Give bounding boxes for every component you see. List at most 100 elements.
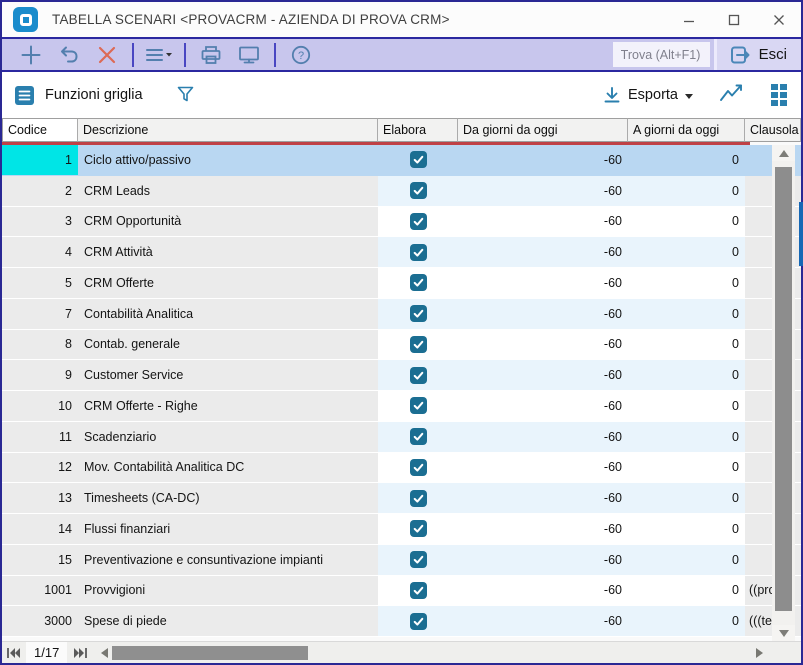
cell-descrizione[interactable]: CRM Offerte bbox=[78, 268, 378, 299]
vertical-scrollbar[interactable] bbox=[772, 145, 795, 641]
elabora-checkbox[interactable] bbox=[410, 490, 427, 507]
cell-da-giorni[interactable]: -60 bbox=[458, 545, 628, 576]
cell-elabora[interactable] bbox=[378, 176, 458, 207]
menu-button[interactable] bbox=[140, 39, 178, 70]
cell-codice[interactable]: 1001 bbox=[2, 576, 78, 607]
column-header-codice[interactable]: Codice bbox=[2, 118, 78, 142]
cell-a-giorni[interactable]: 0 bbox=[628, 606, 745, 637]
chart-button[interactable] bbox=[719, 83, 745, 108]
scroll-down-button[interactable] bbox=[772, 625, 795, 641]
cell-da-giorni[interactable]: -60 bbox=[458, 391, 628, 422]
cell-descrizione[interactable]: CRM Leads bbox=[78, 176, 378, 207]
elabora-checkbox[interactable] bbox=[410, 428, 427, 445]
cell-descrizione[interactable]: Contab. generale bbox=[78, 330, 378, 361]
cell-a-giorni[interactable]: 0 bbox=[628, 576, 745, 607]
cell-a-giorni[interactable]: 0 bbox=[628, 514, 745, 545]
exit-button[interactable]: Esci bbox=[714, 39, 801, 70]
cell-da-giorni[interactable]: -60 bbox=[458, 483, 628, 514]
elabora-checkbox[interactable] bbox=[410, 397, 427, 414]
cell-elabora[interactable] bbox=[378, 453, 458, 484]
cell-elabora[interactable] bbox=[378, 299, 458, 330]
elabora-checkbox[interactable] bbox=[410, 182, 427, 199]
elabora-checkbox[interactable] bbox=[410, 582, 427, 599]
elabora-checkbox[interactable] bbox=[410, 213, 427, 230]
cell-elabora[interactable] bbox=[378, 330, 458, 361]
cell-a-giorni[interactable]: 0 bbox=[628, 207, 745, 238]
elabora-checkbox[interactable] bbox=[410, 367, 427, 384]
cell-elabora[interactable] bbox=[378, 268, 458, 299]
cell-elabora[interactable] bbox=[378, 237, 458, 268]
elabora-checkbox[interactable] bbox=[410, 551, 427, 568]
cell-elabora[interactable] bbox=[378, 207, 458, 238]
elabora-checkbox[interactable] bbox=[410, 336, 427, 353]
close-button[interactable] bbox=[756, 2, 801, 37]
cell-da-giorni[interactable]: -60 bbox=[458, 330, 628, 361]
cell-codice[interactable]: 5 bbox=[2, 268, 78, 299]
cell-elabora[interactable] bbox=[378, 483, 458, 514]
cell-a-giorni[interactable]: 0 bbox=[628, 145, 745, 176]
cell-da-giorni[interactable]: -60 bbox=[458, 514, 628, 545]
grid-functions-icon[interactable] bbox=[14, 85, 35, 106]
delete-button[interactable] bbox=[88, 39, 126, 70]
cell-a-giorni[interactable]: 0 bbox=[628, 299, 745, 330]
table-row[interactable]: 5CRM Offerte -600 bbox=[2, 268, 801, 299]
cell-a-giorni[interactable]: 0 bbox=[628, 483, 745, 514]
cell-a-giorni[interactable]: 0 bbox=[628, 268, 745, 299]
cell-codice[interactable]: 10 bbox=[2, 391, 78, 422]
table-row[interactable]: 11Scadenziario-600 bbox=[2, 422, 801, 453]
table-row[interactable]: 1001Provvigioni-600((pro bbox=[2, 576, 801, 607]
cell-da-giorni[interactable]: -60 bbox=[458, 576, 628, 607]
cell-da-giorni[interactable]: -60 bbox=[458, 606, 628, 637]
table-row[interactable]: 12Mov. Contabilità Analitica DC-600 bbox=[2, 453, 801, 484]
maximize-button[interactable] bbox=[711, 2, 756, 37]
cell-da-giorni[interactable]: -60 bbox=[458, 268, 628, 299]
cell-a-giorni[interactable]: 0 bbox=[628, 237, 745, 268]
cell-codice[interactable]: 1 bbox=[2, 145, 78, 176]
table-row[interactable]: 4CRM Attività-600 bbox=[2, 237, 801, 268]
cell-elabora[interactable] bbox=[378, 576, 458, 607]
elabora-checkbox[interactable] bbox=[410, 520, 427, 537]
cell-da-giorni[interactable]: -60 bbox=[458, 207, 628, 238]
minimize-button[interactable] bbox=[666, 2, 711, 37]
table-row[interactable]: 3000Spese di piede-600(((te bbox=[2, 606, 801, 637]
cell-descrizione[interactable]: CRM Opportunità bbox=[78, 207, 378, 238]
cell-descrizione[interactable]: Scadenziario bbox=[78, 422, 378, 453]
cell-elabora[interactable] bbox=[378, 360, 458, 391]
filter-button[interactable] bbox=[175, 84, 197, 106]
cell-a-giorni[interactable]: 0 bbox=[628, 453, 745, 484]
column-header-da-giorni[interactable]: Da giorni da oggi bbox=[458, 118, 628, 142]
cell-codice[interactable]: 3000 bbox=[2, 606, 78, 637]
elabora-checkbox[interactable] bbox=[410, 459, 427, 476]
cell-codice[interactable]: 2 bbox=[2, 176, 78, 207]
grid-view-icon[interactable] bbox=[771, 84, 787, 106]
cell-a-giorni[interactable]: 0 bbox=[628, 545, 745, 576]
elabora-checkbox[interactable] bbox=[410, 274, 427, 291]
cell-codice[interactable]: 15 bbox=[2, 545, 78, 576]
cell-codice[interactable]: 9 bbox=[2, 360, 78, 391]
cell-descrizione[interactable]: Preventivazione e consuntivazione impian… bbox=[78, 545, 378, 576]
table-row[interactable]: 9Customer Service-600 bbox=[2, 360, 801, 391]
cell-da-giorni[interactable]: -60 bbox=[458, 145, 628, 176]
cell-descrizione[interactable]: CRM Offerte - Righe bbox=[78, 391, 378, 422]
elabora-checkbox[interactable] bbox=[410, 151, 427, 168]
elabora-checkbox[interactable] bbox=[410, 613, 427, 630]
cell-descrizione[interactable]: Ciclo attivo/passivo bbox=[78, 145, 378, 176]
cell-elabora[interactable] bbox=[378, 391, 458, 422]
table-row[interactable]: 15Preventivazione e consuntivazione impi… bbox=[2, 545, 801, 576]
table-row[interactable]: 1Ciclo attivo/passivo -600 bbox=[2, 145, 801, 176]
cell-codice[interactable]: 3 bbox=[2, 207, 78, 238]
column-header-descrizione[interactable]: Descrizione bbox=[78, 118, 378, 142]
scroll-up-button[interactable] bbox=[772, 145, 795, 161]
cell-descrizione[interactable]: CRM Attività bbox=[78, 237, 378, 268]
scroll-right-button[interactable] bbox=[756, 648, 763, 658]
cell-da-giorni[interactable]: -60 bbox=[458, 453, 628, 484]
cell-descrizione[interactable]: Timesheets (CA-DC) bbox=[78, 483, 378, 514]
table-row[interactable]: 2CRM Leads-600 bbox=[2, 176, 801, 207]
monitor-button[interactable] bbox=[230, 39, 268, 70]
cell-da-giorni[interactable]: -60 bbox=[458, 176, 628, 207]
column-header-a-giorni[interactable]: A giorni da oggi bbox=[628, 118, 745, 142]
cell-elabora[interactable] bbox=[378, 514, 458, 545]
vertical-scrollbar-thumb[interactable] bbox=[775, 167, 792, 611]
cell-codice[interactable]: 7 bbox=[2, 299, 78, 330]
table-row[interactable]: 10CRM Offerte - Righe-600 bbox=[2, 391, 801, 422]
